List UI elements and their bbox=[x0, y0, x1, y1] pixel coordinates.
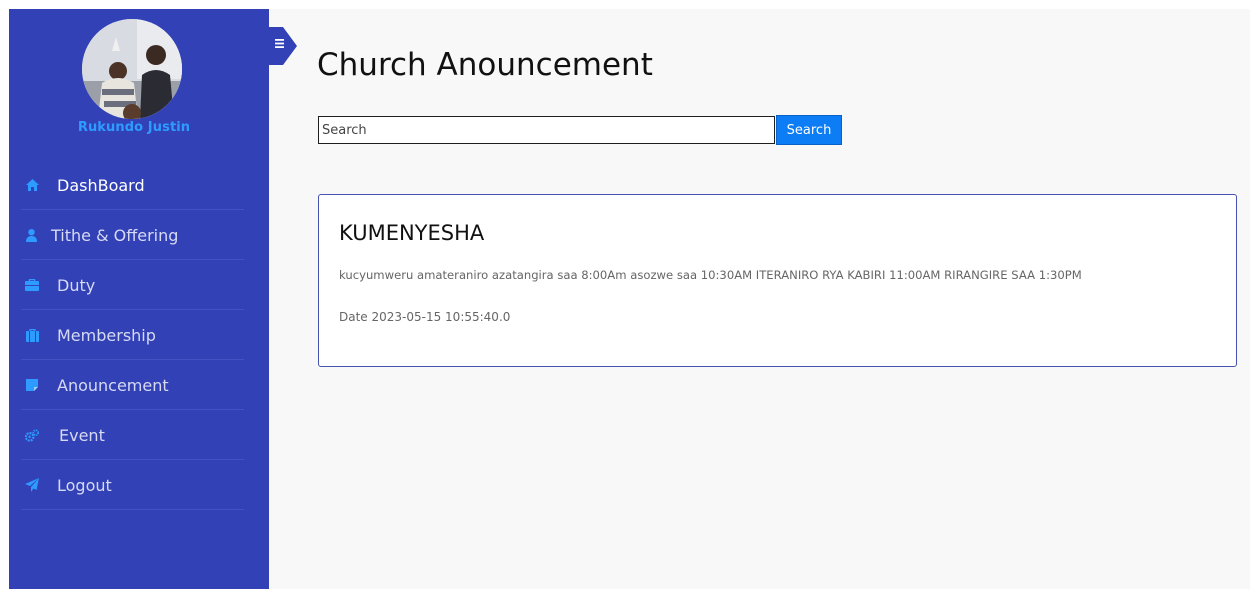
sidebar-item-anouncement[interactable]: Anouncement bbox=[9, 360, 269, 410]
search-input[interactable] bbox=[318, 116, 775, 144]
home-icon bbox=[25, 178, 39, 192]
sidebar-item-tithe-offering[interactable]: Tithe & Offering bbox=[9, 210, 269, 260]
sidebar-item-dashboard[interactable]: DashBoard bbox=[9, 160, 269, 210]
gears-icon bbox=[25, 428, 39, 442]
sidebar-item-label: Duty bbox=[57, 275, 96, 295]
announcement-date: Date 2023-05-15 10:55:40.0 bbox=[339, 310, 511, 324]
sidebar-item-label: Anouncement bbox=[57, 375, 169, 395]
sidebar-item-membership[interactable]: Membership bbox=[9, 310, 269, 360]
suitcase-icon bbox=[25, 328, 39, 342]
user-name: Rukundo Justin bbox=[77, 120, 191, 135]
announcement-body: kucyumweru amateraniro azatangira saa 8:… bbox=[339, 268, 1082, 282]
sidebar-item-label: DashBoard bbox=[57, 175, 145, 195]
sidebar-item-duty[interactable]: Duty bbox=[9, 260, 269, 310]
user-icon bbox=[25, 228, 37, 242]
sidebar-item-label: Event bbox=[59, 425, 105, 445]
sidebar: Rukundo Justin DashBoard Tithe & Offerin… bbox=[9, 9, 269, 589]
sidebar-item-label: Tithe & Offering bbox=[51, 225, 179, 245]
sidebar-item-event[interactable]: Event bbox=[9, 410, 269, 460]
sidebar-item-label: Logout bbox=[57, 475, 112, 495]
sidebar-item-label: Membership bbox=[57, 325, 156, 345]
app-frame: Rukundo Justin DashBoard Tithe & Offerin… bbox=[9, 9, 1250, 589]
paper-plane-icon bbox=[25, 478, 39, 492]
sidebar-toggle-button[interactable] bbox=[269, 27, 299, 65]
sidebar-item-logout[interactable]: Logout bbox=[9, 460, 269, 510]
sidebar-nav: DashBoard Tithe & Offering Duty Membersh… bbox=[9, 160, 269, 510]
note-icon bbox=[25, 378, 39, 392]
hamburger-menu-icon bbox=[275, 39, 284, 48]
search-button[interactable]: Search bbox=[776, 115, 842, 145]
page-title: Church Anouncement bbox=[317, 47, 653, 83]
announcement-card: KUMENYESHA kucyumweru amateraniro azatan… bbox=[318, 194, 1237, 367]
briefcase-icon bbox=[25, 278, 39, 292]
avatar bbox=[82, 19, 182, 119]
announcement-title: KUMENYESHA bbox=[339, 221, 485, 245]
